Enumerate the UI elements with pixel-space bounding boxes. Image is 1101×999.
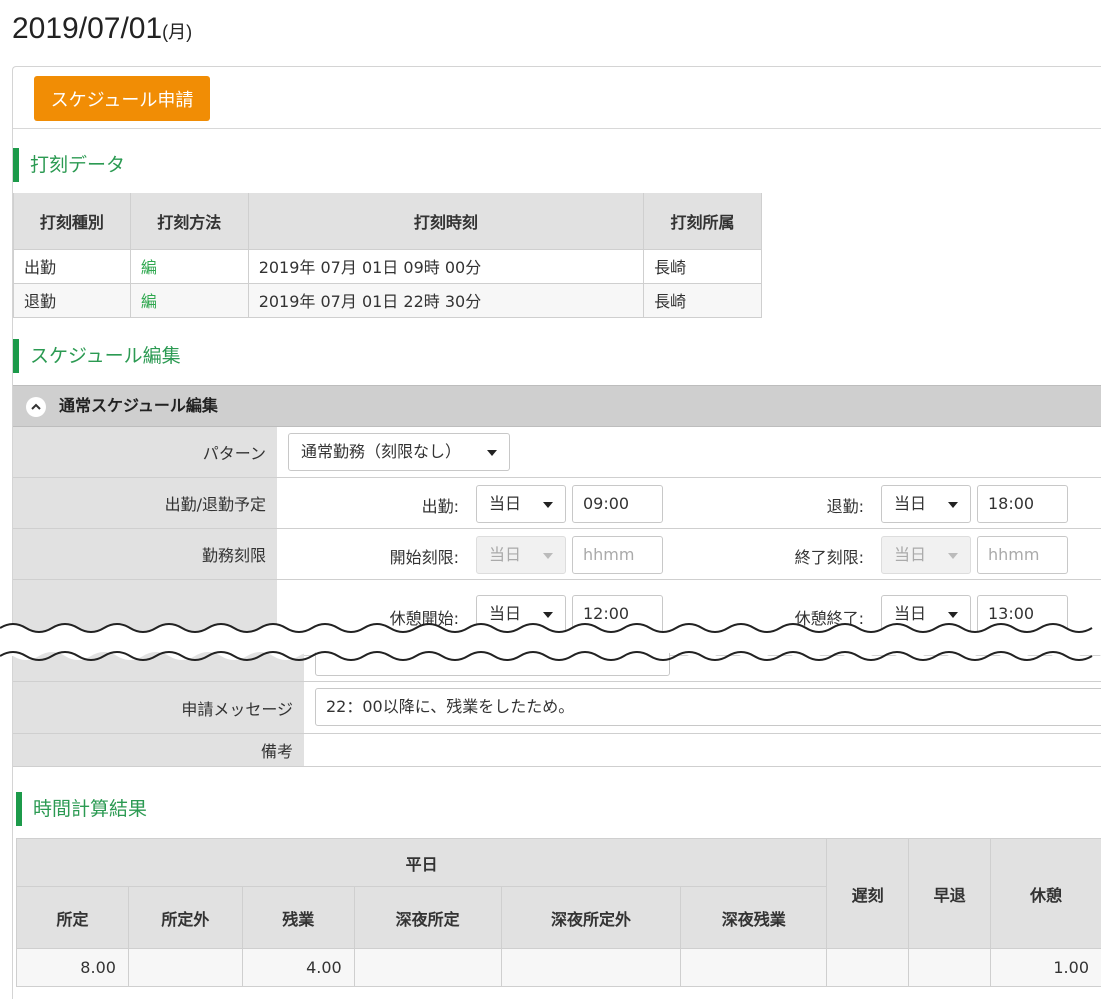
caret-down-icon [948,612,958,618]
table-row: 8.00 4.00 1.00 [16,948,1101,987]
caret-down-icon [487,450,497,456]
col-header-time: 打刻時刻 [247,193,645,250]
caret-down-icon [543,553,553,559]
caret-down-icon [948,502,958,508]
cell-overtime: 4.00 [241,948,355,987]
section-heading-stamp: 打刻データ [13,148,125,182]
end-day-select[interactable]: 当日 [881,485,971,523]
col-header-method: 打刻方法 [129,193,249,250]
limit-end-day-value: 当日 [894,545,927,564]
start-day-select[interactable]: 当日 [476,485,566,523]
page-title: 2019/07/01(月) [12,12,192,46]
caret-down-icon [543,502,553,508]
chevron-up-icon[interactable] [26,397,46,417]
schedule-apply-button[interactable]: スケジュール申請 [34,76,210,121]
cell-type: 退勤 [13,282,131,318]
section-heading-schedule: スケジュール編集 [13,339,181,373]
message-input[interactable]: 22：00以降に、残業をしたため。 [315,688,1101,726]
cell-affiliation: 長崎 [643,248,762,284]
divider [13,128,1101,129]
start-label: 出勤: [421,497,459,516]
edit-link[interactable]: 編 [129,282,249,318]
cell-time: 2019年 07月 01日 22時 30分 [247,282,645,318]
cell-affiliation: 長崎 [643,282,762,318]
pattern-select[interactable]: 通常勤務（刻限なし） [288,433,510,471]
section-heading-calc: 時間計算結果 [16,792,147,826]
col-header-break: 休憩 [990,838,1101,949]
calc-table: 平日 遅刻 早退 休憩 所定 所定外 残業 深夜所定 深夜所定外 深夜残業 8.… [15,838,1101,987]
cell-unscheduled [127,948,243,987]
pattern-row: パターン 通常勤務（刻限なし） [13,427,1101,478]
cell-type: 出勤 [13,248,131,284]
limit-end-label: 終了刻限: [794,548,864,567]
attendance-label: 出勤/退勤予定 [13,478,277,528]
edit-link[interactable]: 編 [129,248,249,284]
caret-down-icon [948,553,958,559]
limits-label: 勤務刻限 [13,529,277,579]
schedule-edit-panel-header[interactable]: 通常スケジュール編集 [13,385,1101,427]
cell-night-unscheduled [500,948,682,987]
remarks-label: 備考 [13,734,304,766]
table-row: 退勤 編 2019年 07月 01日 22時 30分 長崎 [13,282,762,318]
col-header-type: 打刻種別 [13,193,131,250]
cell-time: 2019年 07月 01日 09時 00分 [247,248,645,284]
main-panel: スケジュール申請 打刻データ 打刻種別 打刻方法 打刻時刻 打刻所属 出勤 編 … [12,66,1101,656]
col-header-night-unscheduled: 深夜所定外 [500,886,682,949]
limit-end-day-select: 当日 [881,536,971,574]
col-header-late: 遅刻 [826,838,910,949]
date-text: 2019/07/01 [12,12,163,45]
col-header-night-overtime: 深夜残業 [680,886,828,949]
day-of-week: (月) [162,22,193,42]
limit-start-day-select: 当日 [476,536,566,574]
col-header-scheduled: 所定 [16,886,129,949]
col-header-early: 早退 [908,838,992,949]
cell-night-scheduled [353,948,502,987]
cell-early [908,948,992,987]
cell-night-overtime [680,948,828,987]
cell-late [826,948,910,987]
calc-header-row: 平日 遅刻 早退 休憩 [15,838,1101,949]
start-time-input[interactable]: 09:00 [572,485,663,523]
col-header-night-scheduled: 深夜所定 [353,886,502,949]
remarks-row: 備考 [13,734,1101,767]
limit-start-day-value: 当日 [489,545,522,564]
limit-start-label: 開始刻限: [389,548,459,567]
stamp-table-header: 打刻種別 打刻方法 打刻時刻 打刻所属 [13,193,762,250]
start-day-value: 当日 [489,494,522,513]
col-header-affiliation: 打刻所属 [643,193,762,250]
stamp-table: 打刻種別 打刻方法 打刻時刻 打刻所属 出勤 編 2019年 07月 01日 0… [13,193,762,318]
limits-row: 勤務刻限 開始刻限: 当日 hhmm 終了刻限: 当日 hhmm [13,529,1101,580]
col-header-overtime: 残業 [241,886,355,949]
end-time-input[interactable]: 18:00 [977,485,1068,523]
limit-start-input[interactable]: hhmm [572,536,663,574]
message-label: 申請メッセージ [13,682,304,733]
table-row: 出勤 編 2019年 07月 01日 09時 00分 長崎 [13,248,762,284]
cut-separator [0,623,1101,661]
weekday-header: 平日 [15,838,828,887]
pattern-label: パターン [13,427,277,477]
attendance-row: 出勤/退勤予定 出勤: 当日 09:00 退勤: 当日 18:00 [13,478,1101,529]
col-header-unscheduled: 所定外 [127,886,243,949]
caret-down-icon [543,612,553,618]
end-day-value: 当日 [894,494,927,513]
end-label: 退勤: [826,497,864,516]
message-row: 申請メッセージ 22：00以降に、残業をしたため。 [13,682,1101,734]
cell-scheduled: 8.00 [16,948,129,987]
limit-end-input[interactable]: hhmm [977,536,1068,574]
lower-panel: 申請メッセージ 22：00以降に、残業をしたため。 備考 時間計算結果 平日 遅… [12,640,1101,999]
cell-break: 1.00 [990,948,1101,987]
schedule-edit-panel-title: 通常スケジュール編集 [59,396,218,415]
pattern-value: 通常勤務（刻限なし） [301,442,462,461]
